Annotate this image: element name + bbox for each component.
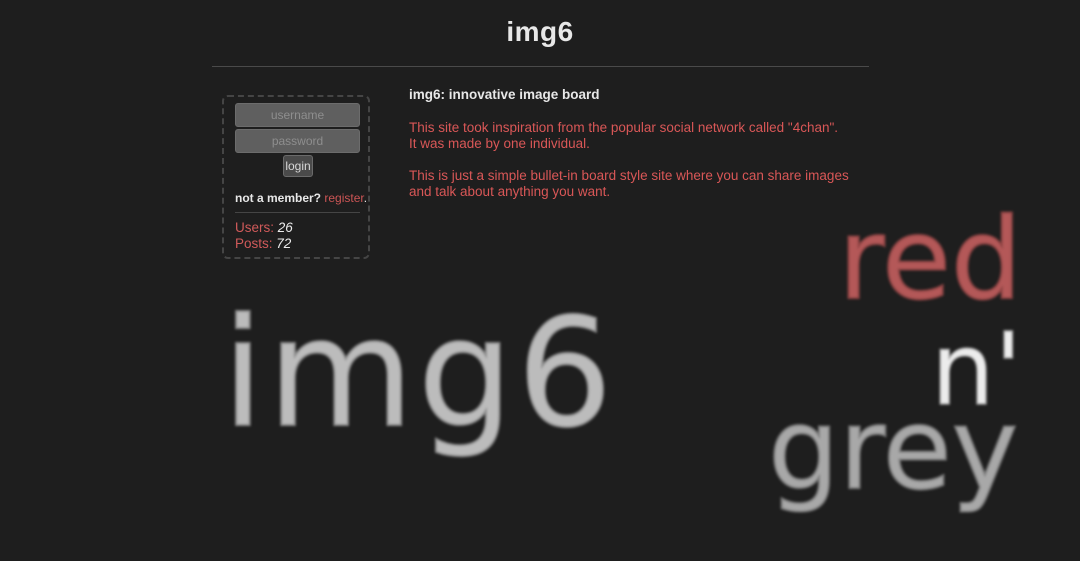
red-art-text: red xyxy=(838,195,1022,325)
decorative-artwork: img6 red n' grey xyxy=(221,194,1023,516)
img6-logo-art: img6 xyxy=(222,287,616,461)
page: img6 login not a member? register. Users… xyxy=(0,0,1080,561)
grey-art-text: grey xyxy=(768,385,1018,515)
